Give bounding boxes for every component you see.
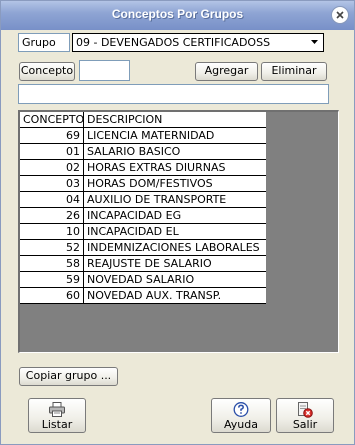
help-button[interactable]: Ayuda — [211, 398, 271, 433]
cell-concept-code: 69 — [20, 128, 84, 143]
close-icon — [336, 11, 344, 19]
cell-concept-code: 04 — [20, 192, 84, 207]
cell-concept-code: 03 — [20, 176, 84, 191]
cell-description: INCAPACIDAD EL — [87, 225, 179, 238]
close-button[interactable] — [331, 6, 349, 24]
concepts-grid[interactable]: CONCEPTO DESCRIPCION 69 LICENCIA MATERNID… — [18, 110, 339, 353]
group-select[interactable]: 09 - DEVENGADOS CERTIFICADOSS — [72, 33, 324, 52]
help-icon — [233, 402, 249, 417]
cell-description: HORAS EXTRAS DIURNAS — [87, 161, 226, 174]
exit-icon — [298, 402, 313, 418]
table-row[interactable]: 60 NOVEDAD AUX. TRANSP. — [20, 288, 266, 304]
cell-concept-code: 59 — [20, 272, 84, 287]
exit-button-label: Salir — [292, 418, 318, 431]
cell-concept-code: 26 — [20, 208, 84, 223]
cell-description: NOVEDAD SALARIO — [87, 273, 195, 286]
concept-description-field — [18, 84, 329, 104]
cell-description: NOVEDAD AUX. TRANSP. — [87, 289, 222, 302]
table-row[interactable]: 58 REAJUSTE DE SALARIO — [20, 256, 266, 272]
table-row[interactable]: 04 AUXILIO DE TRANSPORTE — [20, 192, 266, 208]
column-header-concept[interactable]: CONCEPTO — [20, 112, 84, 127]
window-title: Conceptos Por Grupos — [111, 7, 244, 21]
cell-concept-code: 58 — [20, 256, 84, 271]
copy-group-button[interactable]: Copiar grupo ... — [19, 367, 118, 386]
cell-description: INDEMNIZACIONES LABORALES — [87, 241, 260, 254]
chevron-down-icon — [311, 40, 318, 44]
printer-icon — [49, 402, 65, 417]
cell-concept-code: 01 — [20, 144, 84, 159]
concepts-table: CONCEPTO DESCRIPCION 69 LICENCIA MATERNID… — [20, 112, 266, 304]
list-button[interactable]: Listar — [28, 398, 86, 433]
title-bar: Conceptos Por Grupos — [1, 1, 354, 30]
table-row[interactable]: 59 NOVEDAD SALARIO — [20, 272, 266, 288]
cell-concept-code: 02 — [20, 160, 84, 175]
help-button-label: Ayuda — [224, 418, 258, 431]
table-row[interactable]: 02 HORAS EXTRAS DIURNAS — [20, 160, 266, 176]
cell-description: LICENCIA MATERNIDAD — [87, 129, 215, 142]
table-row[interactable]: 03 HORAS DOM/FESTIVOS — [20, 176, 266, 192]
add-button[interactable]: Agregar — [195, 62, 258, 81]
cell-description: HORAS DOM/FESTIVOS — [87, 177, 213, 190]
group-select-arrow[interactable] — [307, 35, 322, 50]
group-label: Grupo — [18, 33, 70, 52]
remove-button-label: Eliminar — [271, 64, 317, 77]
group-select-value: 09 - DEVENGADOS CERTIFICADOSS — [76, 36, 271, 49]
table-row[interactable]: 10 INCAPACIDAD EL — [20, 224, 266, 240]
cell-description: INCAPACIDAD EG — [87, 209, 182, 222]
cell-description: SALARIO BASICO — [87, 145, 181, 158]
column-header-description[interactable]: DESCRIPCION — [84, 112, 266, 127]
table-row[interactable]: 01 SALARIO BASICO — [20, 144, 266, 160]
table-row[interactable]: 52 INDEMNIZACIONES LABORALES — [20, 240, 266, 256]
concept-input[interactable] — [79, 60, 130, 81]
add-button-label: Agregar — [204, 64, 249, 77]
table-row[interactable]: 26 INCAPACIDAD EG — [20, 208, 266, 224]
conceptos-window: Conceptos Por Grupos Grupo 09 - DEVENGAD… — [0, 0, 355, 445]
concept-button[interactable]: Concepto — [19, 62, 75, 81]
cell-description: REAJUSTE DE SALARIO — [87, 257, 212, 270]
table-header: CONCEPTO DESCRIPCION — [20, 112, 266, 128]
cell-concept-code: 52 — [20, 240, 84, 255]
remove-button[interactable]: Eliminar — [261, 62, 327, 81]
cell-concept-code: 60 — [20, 288, 84, 303]
table-row[interactable]: 69 LICENCIA MATERNIDAD — [20, 128, 266, 144]
exit-button[interactable]: Salir — [276, 398, 334, 433]
cell-description: AUXILIO DE TRANSPORTE — [87, 193, 227, 206]
cell-concept-code: 10 — [20, 224, 84, 239]
list-button-label: Listar — [41, 418, 73, 431]
